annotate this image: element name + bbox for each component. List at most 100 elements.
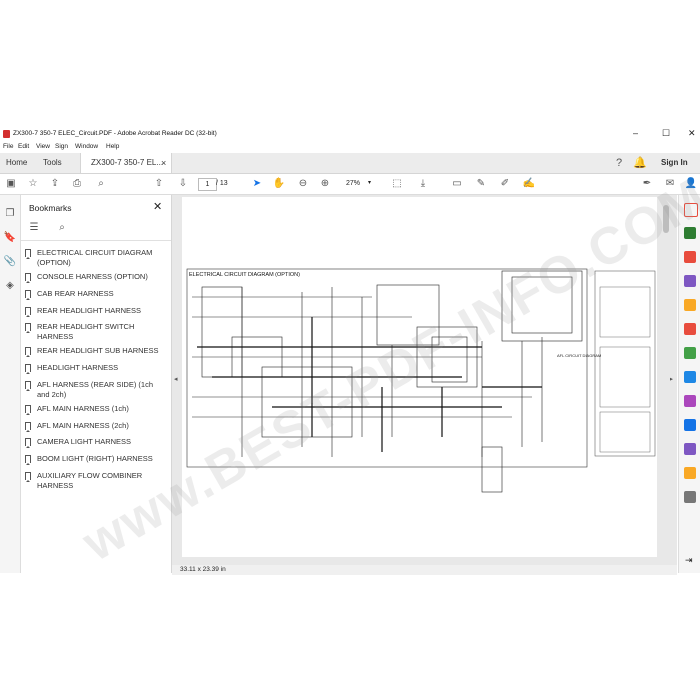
zoom-value: 27% (346, 180, 361, 187)
bookmark-label: BOOM LIGHT (RIGHT) HARNESS (37, 454, 153, 463)
vertical-scrollbar[interactable] (662, 197, 670, 557)
comment-tool-icon[interactable] (684, 299, 696, 311)
menu-window[interactable]: Window (75, 143, 98, 150)
bookmark-item[interactable]: REAR HEADLIGHT SWITCH HARNESS (25, 322, 167, 342)
next-page-icon[interactable]: ⇩ (176, 177, 190, 191)
close-panel-icon[interactable]: ✕ (153, 200, 162, 213)
certificates-icon[interactable] (684, 467, 696, 479)
search-icon[interactable]: ⌕ (94, 177, 108, 191)
bookmark-label: REAR HEADLIGHT SUB HARNESS (37, 346, 159, 355)
bookmark-options-icon[interactable]: ☰ (27, 221, 41, 235)
menu-help[interactable]: Help (106, 143, 119, 150)
bookmark-icon (25, 364, 31, 374)
bookmark-label: CAMERA LIGHT HARNESS (37, 437, 132, 446)
maximize-button[interactable]: ☐ (662, 128, 670, 139)
page-number-input[interactable]: 1 (198, 178, 217, 191)
collapse-tools-icon[interactable]: ⇥ (685, 555, 693, 566)
tab-tools[interactable]: Tools (43, 153, 62, 173)
send-signature-icon[interactable] (684, 443, 696, 455)
minimize-button[interactable]: – (633, 128, 638, 138)
bookmark-icon (25, 405, 31, 415)
bookmark-item[interactable]: AFL HARNESS (REAR SIDE) (1ch and 2ch) (25, 380, 167, 400)
menu-file[interactable]: File (3, 143, 13, 150)
bookmark-item[interactable]: ELECTRICAL CIRCUIT DIAGRAM (OPTION) (25, 248, 167, 268)
bookmark-item[interactable]: AFL MAIN HARNESS (1ch) (25, 404, 167, 415)
tab-close-icon[interactable]: × (161, 153, 166, 173)
bookmark-item[interactable]: AFL MAIN HARNESS (2ch) (25, 421, 167, 432)
bookmark-item[interactable]: REAR HEADLIGHT SUB HARNESS (25, 346, 167, 357)
page-fit-icon[interactable]: ⬚ (390, 177, 404, 191)
page-thumbnails-icon[interactable]: ❐ (3, 207, 17, 221)
right-tools-rail: ⇥ (678, 195, 700, 573)
print-icon[interactable]: ⎙ (70, 177, 84, 191)
organize-pages-icon[interactable] (684, 323, 696, 335)
menu-sign[interactable]: Sign (55, 143, 68, 150)
collapse-right-icon[interactable]: ▸ (669, 375, 673, 383)
bookmark-item[interactable]: CAB REAR HARNESS (25, 289, 167, 300)
hand-tool-icon[interactable]: ✋ (272, 177, 286, 191)
chevron-down-icon: ▾ (368, 180, 372, 186)
previous-page-icon[interactable]: ⇧ (152, 177, 166, 191)
bookmark-icon (25, 472, 31, 482)
menu-view[interactable]: View (36, 143, 50, 150)
tab-home[interactable]: Home (6, 153, 27, 173)
tab-document[interactable]: ZX300-7 350-7 EL... × (80, 153, 172, 173)
shield-icon[interactable] (684, 419, 696, 431)
bookmark-icon (25, 290, 31, 300)
upload-icon[interactable]: ⇪ (48, 177, 62, 191)
bookmark-label: REAR HEADLIGHT HARNESS (37, 306, 142, 315)
bookmark-icon (25, 347, 31, 357)
edit-pdf-icon[interactable] (684, 251, 696, 263)
notifications-icon[interactable]: 🔔 (633, 156, 647, 170)
bookmark-icon (25, 307, 31, 317)
protect-icon[interactable] (684, 371, 696, 383)
bookmark-label: AFL MAIN HARNESS (2ch) (37, 421, 129, 430)
bookmark-item[interactable]: BOOM LIGHT (RIGHT) HARNESS (25, 454, 167, 465)
fill-sign-tool-icon[interactable] (684, 395, 696, 407)
status-bar: 33.11 x 23.39 in (172, 565, 677, 575)
bookmark-icon (25, 249, 31, 259)
find-bookmark-icon[interactable]: ⌕ (55, 221, 69, 235)
zoom-out-icon[interactable]: ⊖ (296, 177, 310, 191)
left-nav-rail: ❐ 🔖 📎 ◈ (0, 195, 21, 573)
window-title: ZX300-7 350-7 ELEC_Circuit.PDF - Adobe A… (13, 130, 217, 137)
attachments-icon[interactable]: 📎 (3, 255, 17, 269)
panel-divider (21, 240, 171, 241)
bookmark-label: HEADLIGHT HARNESS (37, 363, 119, 372)
text-edit-icon[interactable]: ✍ (522, 177, 536, 191)
more-tools-icon[interactable] (684, 491, 696, 503)
bookmarks-icon[interactable]: 🔖 (3, 231, 17, 245)
bookmark-item[interactable]: CONSOLE HARNESS (OPTION) (25, 272, 167, 283)
bookmark-icon (25, 438, 31, 448)
tab-bar: Home Tools ZX300-7 350-7 EL... × ? 🔔 Sig… (0, 153, 700, 174)
page-total-label: / 13 (216, 180, 228, 187)
bookmark-item[interactable]: REAR HEADLIGHT HARNESS (25, 306, 167, 317)
draw-icon[interactable]: ✐ (498, 177, 512, 191)
bookmark-label: REAR HEADLIGHT SWITCH HARNESS (37, 322, 135, 341)
zoom-select[interactable]: 27% ▾ (340, 178, 376, 189)
highlight-pen-icon[interactable]: ✎ (474, 177, 488, 191)
diagram-title: ELECTRICAL CIRCUIT DIAGRAM (OPTION) (189, 272, 300, 278)
bookmark-star-icon[interactable]: ☆ (26, 177, 40, 191)
combine-files-icon[interactable] (684, 275, 696, 287)
zoom-in-icon[interactable]: ⊕ (318, 177, 332, 191)
layers-icon[interactable]: ◈ (3, 279, 17, 293)
bookmark-icon (25, 273, 31, 283)
select-cursor-icon[interactable]: ➤ (250, 177, 264, 191)
toolbar: ▣ ☆ ⇪ ⎙ ⌕ ⇧ ⇩ 1 / 13 ➤ ✋ ⊖ ⊕ 27% ▾ ⬚ ⤓ ▭… (0, 174, 700, 195)
close-window-button[interactable]: ✕ (688, 128, 696, 139)
bookmark-label: AFL MAIN HARNESS (1ch) (37, 404, 129, 413)
bookmark-item[interactable]: CAMERA LIGHT HARNESS (25, 437, 167, 448)
save-icon[interactable]: ▣ (4, 177, 18, 191)
menu-edit[interactable]: Edit (18, 143, 29, 150)
bookmark-label: AUXILIARY FLOW COMBINER HARNESS (37, 471, 143, 490)
collapse-left-icon[interactable]: ◂ (174, 375, 178, 383)
help-icon[interactable]: ? (612, 156, 626, 170)
menu-bar: File Edit View Sign Window Help (0, 141, 700, 153)
scan-ocr-icon[interactable] (684, 347, 696, 359)
bookmark-label: CAB REAR HARNESS (37, 289, 114, 298)
bookmark-item[interactable]: HEADLIGHT HARNESS (25, 363, 167, 374)
comment-icon[interactable]: ▭ (450, 177, 464, 191)
title-bar: ZX300-7 350-7 ELEC_Circuit.PDF - Adobe A… (0, 127, 700, 141)
scroll-mode-icon[interactable]: ⤓ (416, 177, 430, 191)
